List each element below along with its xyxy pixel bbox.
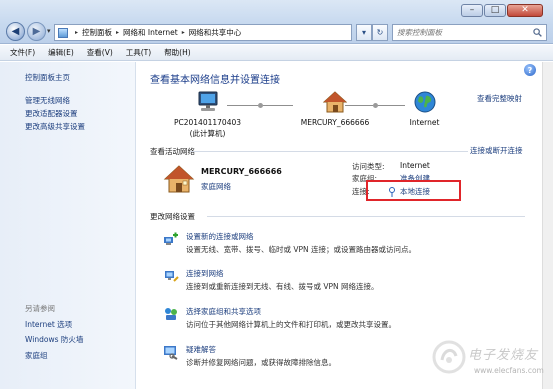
search-input[interactable] <box>397 28 527 37</box>
menu-tools[interactable]: 工具(T) <box>126 47 151 58</box>
setup-connection-icon <box>164 232 178 245</box>
sidebar: 控制面板主页 管理无线网络 更改适配器设置 更改高级共享设置 另请参阅 Inte… <box>0 62 136 389</box>
house-icon <box>323 91 347 113</box>
menu-edit[interactable]: 编辑(E) <box>48 47 74 58</box>
computer-note: (此计算机) <box>189 129 226 138</box>
menu-file[interactable]: 文件(F) <box>10 47 35 58</box>
connect-disconnect-link[interactable]: 连接或断开连接 <box>470 145 523 156</box>
recent-pages-dropdown[interactable]: ▾ <box>47 27 51 35</box>
forward-arrow-icon: ▶ <box>32 26 41 37</box>
refresh-button[interactable]: ↻ <box>372 24 388 41</box>
sidebar-see-also-header: 另请参阅 <box>25 304 55 313</box>
sidebar-control-panel-home[interactable]: 控制面板主页 <box>25 72 70 83</box>
network-adapter-icon <box>389 186 395 197</box>
minimize-button[interactable]: – <box>461 4 483 17</box>
forward-button[interactable]: ▶ <box>27 22 46 41</box>
chevron-right-icon[interactable]: ▸ <box>182 29 185 36</box>
computer-name: PC201401170403 <box>173 118 242 127</box>
chevron-right-icon[interactable]: ▸ <box>116 29 119 36</box>
view-full-map-link[interactable]: 查看完整映射 <box>477 93 522 104</box>
globe-icon <box>414 91 435 113</box>
page-title: 查看基本网络信息并设置连接 <box>150 75 280 86</box>
address-bar[interactable]: ▸ 控制面板 ▸ 网络和 Internet ▸ 网络和共享中心 <box>54 24 352 41</box>
task-title[interactable]: 设置新的连接或网络 <box>186 231 254 242</box>
address-dropdown-button[interactable]: ▾ <box>356 24 372 41</box>
window-titlebar: – □ ✕ ◀ ▶ ▾ ▸ 控制面板 ▸ 网络和 Internet ▸ 网络和共… <box>0 0 553 44</box>
sidebar-manage-wireless[interactable]: 管理无线网络 <box>25 95 70 106</box>
watermark-url: www.elecfans.com <box>474 366 544 375</box>
section-divider <box>207 216 525 217</box>
sidebar-internet-options[interactable]: Internet 选项 <box>25 319 72 330</box>
network-type-link[interactable]: 家庭网络 <box>201 181 231 192</box>
menu-view[interactable]: 查看(V) <box>87 47 113 58</box>
back-arrow-icon: ◀ <box>11 26 20 37</box>
task-title[interactable]: 疑难解答 <box>186 344 216 355</box>
search-box[interactable] <box>392 24 547 41</box>
task-description: 诊断并修复网络问题，或获得故障排除信息。 <box>186 358 336 367</box>
sidebar-homegroup[interactable]: 家庭组 <box>25 350 48 361</box>
troubleshoot-icon <box>164 346 178 360</box>
watermark-brand: 电子发烧友 <box>468 348 539 363</box>
local-connection-label: 本地连接 <box>400 187 430 196</box>
maximize-button[interactable]: □ <box>484 4 506 17</box>
map-node-computer: PC201401170403 (此计算机) <box>165 89 250 139</box>
homegroup-sharing-icon <box>165 308 177 320</box>
sidebar-change-adapter[interactable]: 更改适配器设置 <box>25 108 78 119</box>
breadcrumb-control-panel[interactable]: 控制面板 <box>82 27 112 38</box>
chevron-down-icon: ▾ <box>361 28 366 37</box>
menu-bar: 文件(F) 编辑(E) 查看(V) 工具(T) 帮助(H) <box>0 45 553 61</box>
menu-help[interactable]: 帮助(H) <box>164 47 191 58</box>
close-button[interactable]: ✕ <box>507 4 543 17</box>
active-network-name: MERCURY_666666 <box>201 167 282 176</box>
breadcrumb-network-sharing-center[interactable]: 网络和共享中心 <box>189 27 242 38</box>
sidebar-windows-firewall[interactable]: Windows 防火墙 <box>25 334 83 345</box>
scrollbar[interactable] <box>542 62 553 389</box>
watermark: 电子发烧友 www.elecfans.com <box>432 340 544 382</box>
local-connection-link[interactable]: 本地连接 <box>388 186 430 197</box>
window-controls: – □ ✕ <box>460 4 543 17</box>
sidebar-advanced-sharing[interactable]: 更改高级共享设置 <box>25 121 85 132</box>
connect-network-icon <box>165 271 179 282</box>
task-description: 访问位于其他网络计算机上的文件和打印机，或更改共享设置。 <box>186 320 396 329</box>
change-settings-header: 更改网络设置 <box>150 212 195 221</box>
help-icon[interactable]: ? <box>524 64 536 76</box>
house-icon[interactable] <box>163 164 195 194</box>
chevron-right-icon[interactable]: ▸ <box>75 29 78 36</box>
search-icon[interactable] <box>533 28 542 37</box>
map-node-internet[interactable]: Internet <box>397 89 452 127</box>
watermark-logo-icon <box>432 340 466 374</box>
access-type-value: Internet <box>400 161 430 170</box>
back-button[interactable]: ◀ <box>6 22 25 41</box>
section-divider <box>190 151 468 152</box>
internet-label: Internet <box>409 118 440 127</box>
control-panel-icon <box>58 27 68 38</box>
active-networks-header: 查看活动网络 <box>150 147 195 156</box>
task-title[interactable]: 选择家庭组和共享选项 <box>186 306 261 317</box>
refresh-icon: ↻ <box>376 28 384 37</box>
breadcrumb-network-internet[interactable]: 网络和 Internet <box>123 27 178 38</box>
task-description: 设置无线、宽带、拨号、临时或 VPN 连接；或设置路由器或访问点。 <box>186 245 417 254</box>
task-title[interactable]: 连接到网络 <box>186 268 224 279</box>
router-name: MERCURY_666666 <box>300 118 370 127</box>
computer-icon <box>198 91 217 111</box>
map-connection-line <box>345 101 405 110</box>
access-type-label: 访问类型: <box>352 162 385 171</box>
map-connection-line <box>227 101 293 110</box>
task-description: 连接到或重新连接到无线、有线、拨号或 VPN 网络连接。 <box>186 282 379 291</box>
